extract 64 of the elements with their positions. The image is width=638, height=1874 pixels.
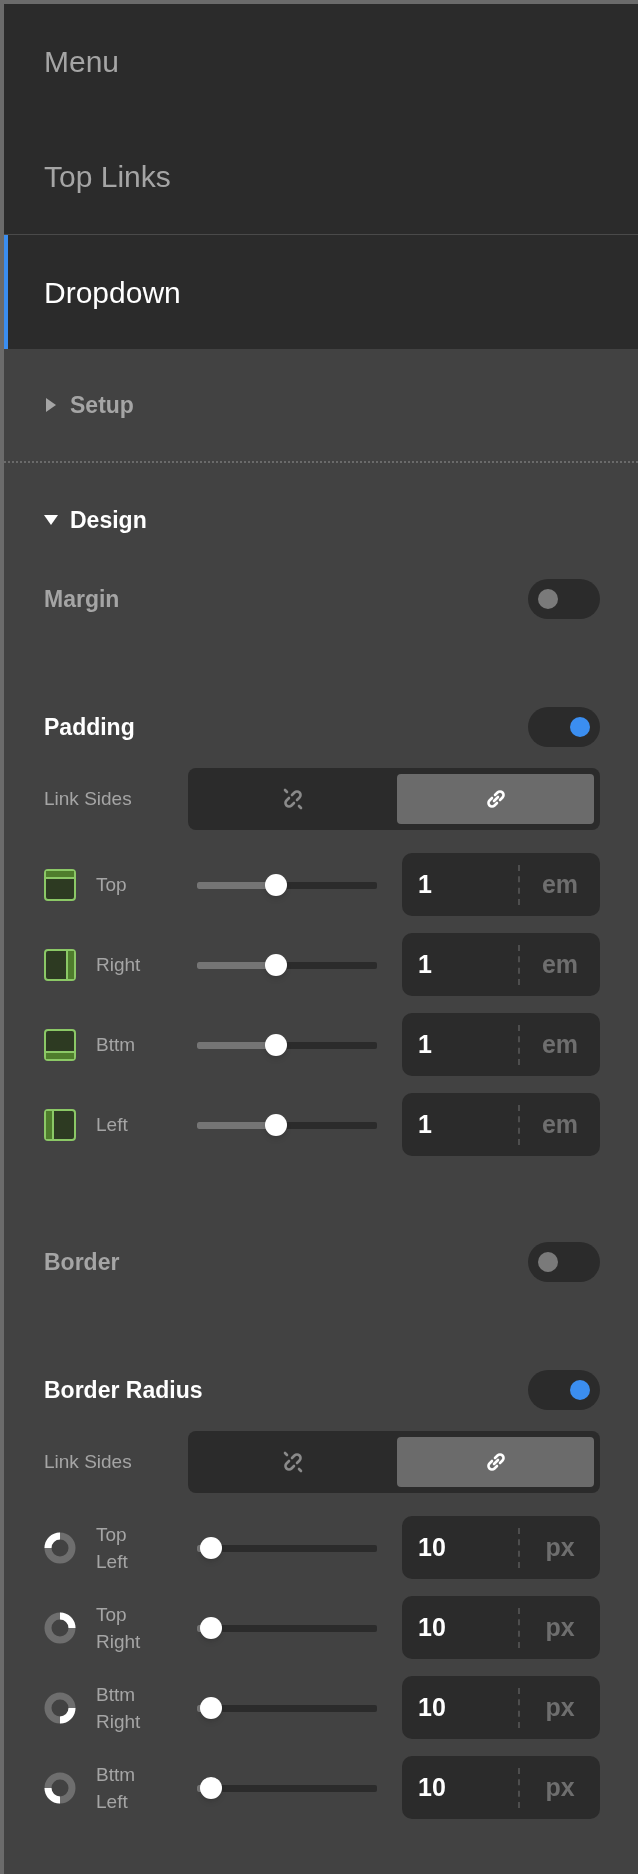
corner-radius-icon: [44, 1691, 76, 1724]
field-label: Left: [96, 1113, 129, 1137]
corner-radius-icon: [44, 1771, 76, 1804]
slider[interactable]: [197, 1113, 377, 1136]
number-field[interactable]: 1 em: [402, 1093, 600, 1156]
toggle-switch[interactable]: [528, 579, 600, 619]
field-label: Bttm: [96, 1033, 137, 1057]
slider-thumb[interactable]: [200, 1696, 223, 1719]
slider[interactable]: [197, 1033, 377, 1056]
padding-side-icon: [44, 948, 76, 981]
slider-thumb[interactable]: [265, 873, 288, 896]
caret-icon: [44, 398, 58, 412]
unit-label: em: [540, 868, 580, 900]
number-field[interactable]: 1 em: [402, 853, 600, 916]
slider-thumb[interactable]: [265, 1033, 288, 1056]
number-field[interactable]: 10 px: [402, 1516, 600, 1579]
unit-label: em: [540, 1108, 580, 1140]
toggle-switch[interactable]: [528, 1242, 600, 1282]
field-label: Link Sides: [44, 1449, 132, 1474]
slider-thumb[interactable]: [200, 1776, 223, 1799]
field-label: Top Right: [96, 1602, 142, 1654]
unit-label: px: [544, 1531, 576, 1563]
number-field[interactable]: 1 em: [402, 1013, 600, 1076]
number-field[interactable]: 10 px: [402, 1676, 600, 1739]
slider-thumb[interactable]: [200, 1616, 223, 1639]
section-header[interactable]: Design: [4, 463, 638, 577]
nav-item[interactable]: Menu: [4, 4, 638, 119]
padding-side-icon: [44, 1028, 76, 1061]
field-label: Top: [96, 873, 128, 897]
caret-icon: [44, 513, 58, 527]
unit-label: em: [540, 948, 580, 980]
field-label: Link Sides: [44, 786, 132, 811]
slider[interactable]: [197, 1696, 377, 1719]
slider[interactable]: [197, 1616, 377, 1639]
unit-label: em: [540, 1028, 580, 1060]
group-title: Padding: [44, 712, 135, 742]
padding-side-icon: [44, 868, 76, 901]
field-label: Top Left: [96, 1522, 129, 1574]
field-label: Bttm Left: [96, 1762, 137, 1814]
field-label: Right: [96, 953, 142, 977]
number-field[interactable]: 1 em: [402, 933, 600, 996]
slider-thumb[interactable]: [200, 1536, 223, 1559]
padding-side-icon: [44, 1108, 76, 1141]
slider[interactable]: [197, 873, 377, 896]
unit-label: px: [544, 1771, 576, 1803]
toggle-switch[interactable]: [528, 707, 600, 747]
section-header[interactable]: Setup: [4, 349, 638, 463]
corner-radius-icon: [44, 1611, 76, 1644]
group-title: Border: [44, 1247, 120, 1277]
number-field[interactable]: 10 px: [402, 1596, 600, 1659]
slider[interactable]: [197, 1776, 377, 1799]
unit-label: px: [544, 1691, 576, 1723]
slider[interactable]: [197, 953, 377, 976]
group-title: Margin: [44, 584, 120, 614]
number-field[interactable]: 10 px: [402, 1756, 600, 1819]
toggle-switch[interactable]: [528, 1370, 600, 1410]
slider-thumb[interactable]: [265, 953, 288, 976]
corner-radius-icon: [44, 1531, 76, 1564]
field-label: Bttm Right: [96, 1682, 142, 1734]
slider-thumb[interactable]: [265, 1113, 288, 1136]
slider[interactable]: [197, 1536, 377, 1559]
nav-item[interactable]: Top Links: [4, 119, 638, 234]
group-title: Border Radius: [44, 1375, 203, 1405]
unit-label: px: [544, 1611, 576, 1643]
